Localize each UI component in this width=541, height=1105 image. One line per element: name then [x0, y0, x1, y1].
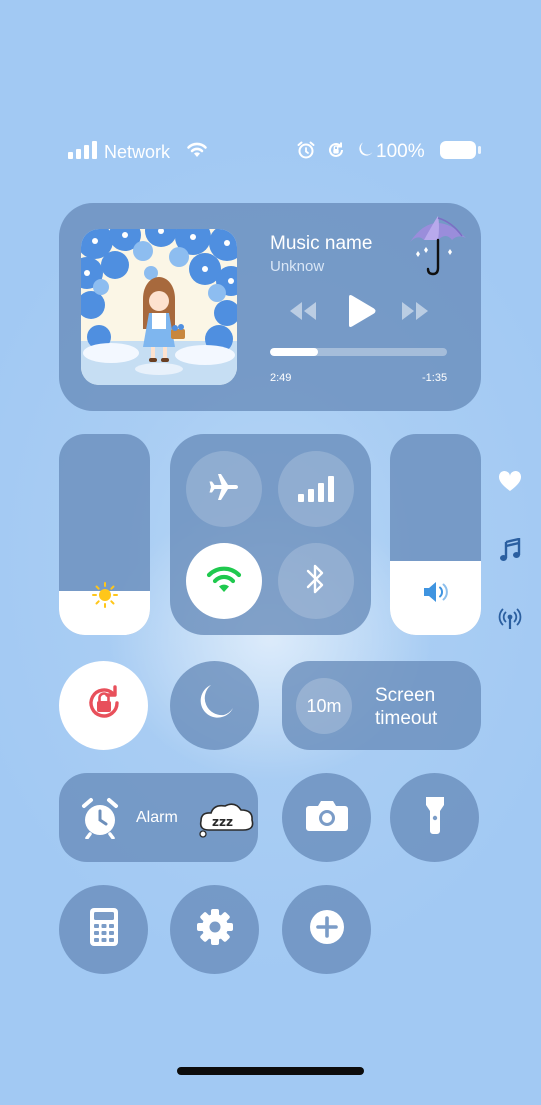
playback-progress-fill: [270, 348, 318, 356]
music-note-icon[interactable]: [498, 538, 522, 562]
rotation-lock-button[interactable]: [59, 661, 148, 750]
gear-icon: [195, 907, 235, 952]
speaker-icon: [422, 580, 450, 609]
remaining-time: -1:35: [422, 372, 448, 384]
sun-icon: [92, 582, 118, 613]
playback-progress-bar[interactable]: [270, 348, 447, 356]
do-not-disturb-button[interactable]: [170, 661, 259, 750]
plus-circle-icon: [308, 908, 346, 951]
timeout-value-badge: 10m: [296, 678, 352, 734]
broadcast-icon[interactable]: [498, 607, 522, 631]
add-control-button[interactable]: [282, 885, 371, 974]
song-title: Music name: [270, 233, 373, 254]
alarm-icon: [296, 140, 316, 165]
camera-icon: [305, 797, 349, 838]
cellular-icon: [298, 476, 334, 502]
moon-icon: [194, 682, 236, 729]
battery-icon: [440, 141, 476, 159]
battery-nub: [478, 146, 481, 154]
umbrella-icon: [404, 212, 470, 287]
artist-name: Unknow: [270, 258, 325, 275]
fast-forward-button[interactable]: [400, 300, 430, 327]
screen-timeout-label-line2: timeout: [375, 708, 438, 729]
bluetooth-button[interactable]: [278, 543, 354, 619]
alarm-label: Alarm: [136, 809, 178, 826]
elapsed-time: 2:49: [270, 372, 292, 384]
home-indicator[interactable]: [177, 1067, 364, 1075]
wifi-icon: [204, 563, 244, 600]
play-button[interactable]: [345, 294, 377, 333]
rewind-button[interactable]: [288, 300, 318, 327]
camera-button[interactable]: [282, 773, 371, 862]
rotation-lock-icon: [82, 681, 126, 730]
bluetooth-icon: [305, 562, 327, 601]
wifi-toggle-button[interactable]: [186, 543, 262, 619]
sleep-cloud-icon: zzz: [195, 800, 257, 843]
moon-icon: [356, 141, 374, 164]
calculator-icon: [89, 907, 119, 952]
battery-percentage: 100%: [376, 141, 425, 162]
sleep-zzz-text: zzz: [212, 815, 233, 829]
flashlight-button[interactable]: [390, 773, 479, 862]
flashlight-icon: [424, 795, 446, 840]
wifi-icon: [185, 140, 209, 165]
cellular-data-button[interactable]: [278, 451, 354, 527]
settings-button[interactable]: [170, 885, 259, 974]
calculator-button[interactable]: [59, 885, 148, 974]
album-art: [81, 229, 237, 385]
screen-timeout-label: Screen timeout: [375, 684, 437, 730]
network-label: Network: [104, 142, 171, 162]
screen-timeout-label-line1: Screen: [375, 685, 436, 706]
heart-icon[interactable]: [498, 469, 522, 493]
signal-icon: [68, 141, 97, 159]
airplane-mode-button[interactable]: [186, 451, 262, 527]
alarm-clock-icon: [80, 797, 120, 844]
rotation-lock-icon: [326, 140, 346, 165]
airplane-icon: [208, 471, 240, 508]
